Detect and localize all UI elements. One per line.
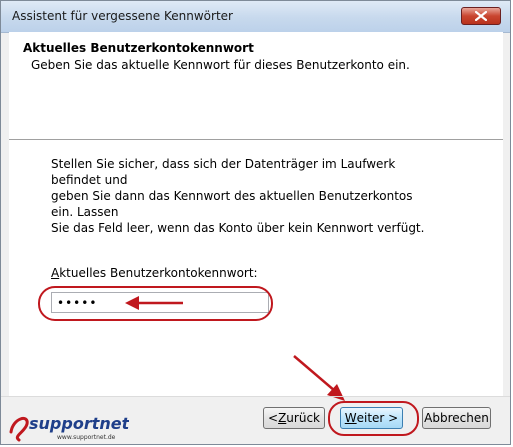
supportnet-logo-icon: supportnet www.supportnet.de [9, 414, 131, 442]
instructions-line: Sie das Feld leer, wenn das Konto über k… [51, 221, 425, 235]
close-icon [475, 11, 487, 21]
title-bar[interactable]: Assistent für vergessene Kennwörter [1, 1, 510, 33]
accelerator-key: Z [278, 411, 287, 425]
footer-divider [1, 396, 510, 397]
svg-text:www.supportnet.de: www.supportnet.de [57, 434, 116, 441]
password-label: Aktuelles Benutzerkontokennwort: [51, 266, 258, 280]
wizard-window: Assistent für vergessene Kennwörter Aktu… [0, 0, 511, 445]
back-button[interactable]: < Zurück [263, 407, 325, 429]
instructions-text: Stellen Sie sicher, dass sich der Datent… [51, 156, 431, 236]
next-button-label: eiter > [356, 411, 399, 425]
cancel-button[interactable]: Abbrechen [422, 407, 491, 429]
next-button[interactable]: Weiter > [340, 407, 403, 429]
supportnet-logo: supportnet www.supportnet.de [9, 412, 131, 442]
window-title: Assistent für vergessene Kennwörter [12, 9, 233, 23]
accelerator-key: W [344, 411, 357, 425]
wizard-header: Aktuelles Benutzerkontokennwort Geben Si… [9, 32, 503, 114]
page-title: Aktuelles Benutzerkontokennwort [23, 41, 254, 55]
instructions-line: Stellen Sie sicher, dass sich der Datent… [51, 157, 396, 187]
close-button[interactable] [461, 7, 501, 25]
back-button-label: urück [286, 411, 320, 425]
instructions-line: geben Sie dann das Kennwort des aktuelle… [51, 189, 413, 219]
password-input[interactable] [51, 292, 269, 313]
wizard-content: Aktuelles Benutzerkontokennwort Geben Si… [9, 32, 503, 396]
svg-text:supportnet: supportnet [29, 414, 129, 433]
accelerator-key: A [51, 266, 60, 280]
page-subtitle: Geben Sie das aktuelle Kennwort für dies… [31, 58, 410, 72]
header-divider [9, 139, 503, 140]
back-button-prefix: < [268, 411, 279, 425]
password-label-text: ktuelles Benutzerkontokennwort: [59, 266, 258, 280]
